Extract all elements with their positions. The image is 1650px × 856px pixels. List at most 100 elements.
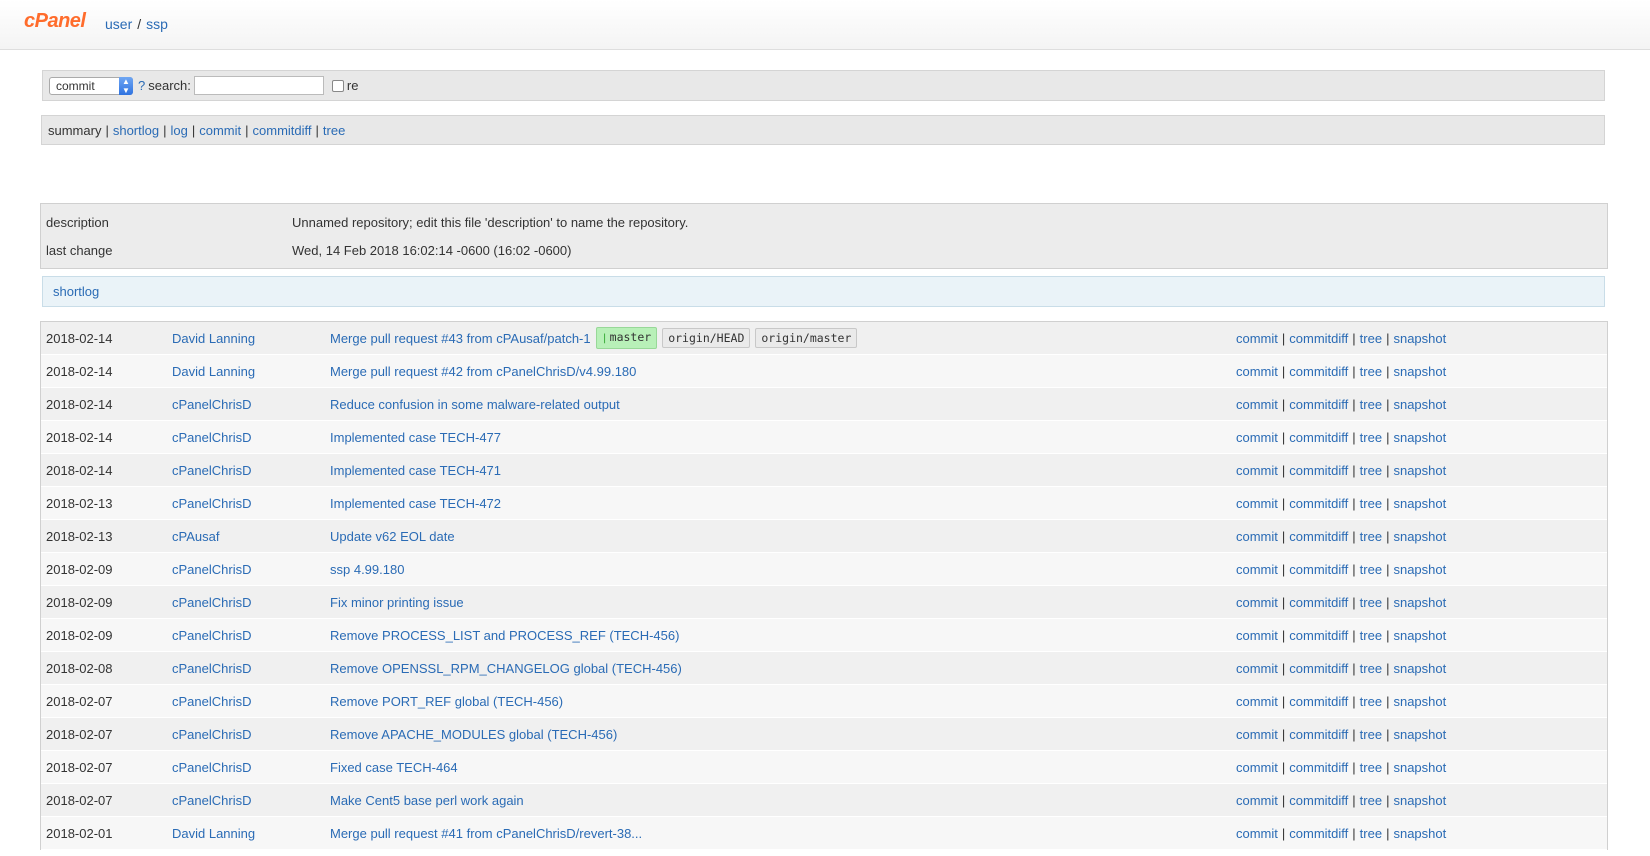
ref-badge[interactable]: origin/HEAD [662,328,751,348]
breadcrumb-repo-link[interactable]: ssp [146,16,168,32]
row-commit-link[interactable]: commit [1236,331,1278,346]
row-commit-link[interactable]: commit [1236,760,1278,775]
commit-author-link[interactable]: cPAusaf [172,529,219,544]
commit-title-link[interactable]: Update v62 EOL date [330,529,455,544]
commit-title-link[interactable]: Implemented case TECH-471 [330,463,501,478]
row-commitdiff-link[interactable]: commitdiff [1289,595,1348,610]
commit-title-link[interactable]: Merge pull request #41 from cPanelChrisD… [330,826,642,841]
commit-title-link[interactable]: Remove APACHE_MODULES global (TECH-456) [330,727,617,742]
row-snapshot-link[interactable]: snapshot [1393,529,1446,544]
shortlog-title-link[interactable]: shortlog [53,284,99,299]
row-tree-link[interactable]: tree [1360,562,1382,577]
row-commitdiff-link[interactable]: commitdiff [1289,826,1348,841]
row-tree-link[interactable]: tree [1360,463,1382,478]
commit-author-link[interactable]: David Lanning [172,364,255,379]
breadcrumb-user-link[interactable]: user [105,16,132,32]
commit-title-link[interactable]: ssp 4.99.180 [330,562,404,577]
row-tree-link[interactable]: tree [1360,727,1382,742]
row-snapshot-link[interactable]: snapshot [1393,694,1446,709]
row-commitdiff-link[interactable]: commitdiff [1289,793,1348,808]
row-snapshot-link[interactable]: snapshot [1393,826,1446,841]
commit-author-link[interactable]: David Lanning [172,826,255,841]
row-snapshot-link[interactable]: snapshot [1393,793,1446,808]
commit-author-link[interactable]: cPanelChrisD [172,661,251,676]
row-commitdiff-link[interactable]: commitdiff [1289,529,1348,544]
commit-title-link[interactable]: Make Cent5 base perl work again [330,793,524,808]
search-input[interactable] [193,76,324,95]
row-commit-link[interactable]: commit [1236,463,1278,478]
row-tree-link[interactable]: tree [1360,826,1382,841]
row-tree-link[interactable]: tree [1360,430,1382,445]
row-commit-link[interactable]: commit [1236,727,1278,742]
row-commitdiff-link[interactable]: commitdiff [1289,694,1348,709]
row-tree-link[interactable]: tree [1360,529,1382,544]
nav-commit-link[interactable]: commit [199,123,241,138]
row-snapshot-link[interactable]: snapshot [1393,364,1446,379]
commit-title-link[interactable]: Remove PORT_REF global (TECH-456) [330,694,563,709]
row-snapshot-link[interactable]: snapshot [1393,331,1446,346]
commit-author-link[interactable]: cPanelChrisD [172,595,251,610]
row-snapshot-link[interactable]: snapshot [1393,496,1446,511]
commit-author-link[interactable]: cPanelChrisD [172,694,251,709]
commit-author-link[interactable]: cPanelChrisD [172,628,251,643]
row-commit-link[interactable]: commit [1236,628,1278,643]
nav-log-link[interactable]: log [170,123,187,138]
row-tree-link[interactable]: tree [1360,760,1382,775]
commit-title-link[interactable]: Implemented case TECH-477 [330,430,501,445]
nav-commitdiff-link[interactable]: commitdiff [253,123,312,138]
commit-title-link[interactable]: Merge pull request #43 from cPAusaf/patc… [330,331,591,346]
row-snapshot-link[interactable]: snapshot [1393,727,1446,742]
row-commitdiff-link[interactable]: commitdiff [1289,331,1348,346]
row-commitdiff-link[interactable]: commitdiff [1289,496,1348,511]
row-commit-link[interactable]: commit [1236,826,1278,841]
commit-title-link[interactable]: Remove OPENSSL_RPM_CHANGELOG global (TEC… [330,661,682,676]
row-snapshot-link[interactable]: snapshot [1393,562,1446,577]
row-commitdiff-link[interactable]: commitdiff [1289,628,1348,643]
commit-author-link[interactable]: cPanelChrisD [172,727,251,742]
row-snapshot-link[interactable]: snapshot [1393,661,1446,676]
row-commitdiff-link[interactable]: commitdiff [1289,661,1348,676]
row-commitdiff-link[interactable]: commitdiff [1289,364,1348,379]
commit-author-link[interactable]: David Lanning [172,331,255,346]
row-commitdiff-link[interactable]: commitdiff [1289,430,1348,445]
commit-title-link[interactable]: Remove PROCESS_LIST and PROCESS_REF (TEC… [330,628,679,643]
commit-author-link[interactable]: cPanelChrisD [172,430,251,445]
row-commitdiff-link[interactable]: commitdiff [1289,397,1348,412]
row-commit-link[interactable]: commit [1236,430,1278,445]
row-tree-link[interactable]: tree [1360,364,1382,379]
row-commitdiff-link[interactable]: commitdiff [1289,760,1348,775]
row-commit-link[interactable]: commit [1236,661,1278,676]
row-commit-link[interactable]: commit [1236,496,1278,511]
ref-badge[interactable]: origin/master [755,328,858,348]
row-commit-link[interactable]: commit [1236,529,1278,544]
row-snapshot-link[interactable]: snapshot [1393,463,1446,478]
row-snapshot-link[interactable]: snapshot [1393,760,1446,775]
search-help-link[interactable]: ? [138,78,145,93]
row-commit-link[interactable]: commit [1236,562,1278,577]
commit-title-link[interactable]: Merge pull request #42 from cPanelChrisD… [330,364,636,379]
row-commitdiff-link[interactable]: commitdiff [1289,562,1348,577]
row-tree-link[interactable]: tree [1360,793,1382,808]
commit-author-link[interactable]: cPanelChrisD [172,496,251,511]
row-tree-link[interactable]: tree [1360,628,1382,643]
row-snapshot-link[interactable]: snapshot [1393,595,1446,610]
nav-shortlog-link[interactable]: shortlog [113,123,159,138]
row-commitdiff-link[interactable]: commitdiff [1289,727,1348,742]
row-commit-link[interactable]: commit [1236,397,1278,412]
commit-author-link[interactable]: cPanelChrisD [172,760,251,775]
row-snapshot-link[interactable]: snapshot [1393,628,1446,643]
row-commit-link[interactable]: commit [1236,694,1278,709]
row-commit-link[interactable]: commit [1236,793,1278,808]
row-commit-link[interactable]: commit [1236,595,1278,610]
commit-title-link[interactable]: Implemented case TECH-472 [330,496,501,511]
head-ref-badge[interactable]: | master [595,327,658,349]
row-tree-link[interactable]: tree [1360,397,1382,412]
row-tree-link[interactable]: tree [1360,694,1382,709]
row-snapshot-link[interactable]: snapshot [1393,397,1446,412]
row-tree-link[interactable]: tree [1360,496,1382,511]
commit-author-link[interactable]: cPanelChrisD [172,397,251,412]
row-commit-link[interactable]: commit [1236,364,1278,379]
commit-title-link[interactable]: Reduce confusion in some malware-related… [330,397,620,412]
row-commitdiff-link[interactable]: commitdiff [1289,463,1348,478]
commit-title-link[interactable]: Fix minor printing issue [330,595,464,610]
